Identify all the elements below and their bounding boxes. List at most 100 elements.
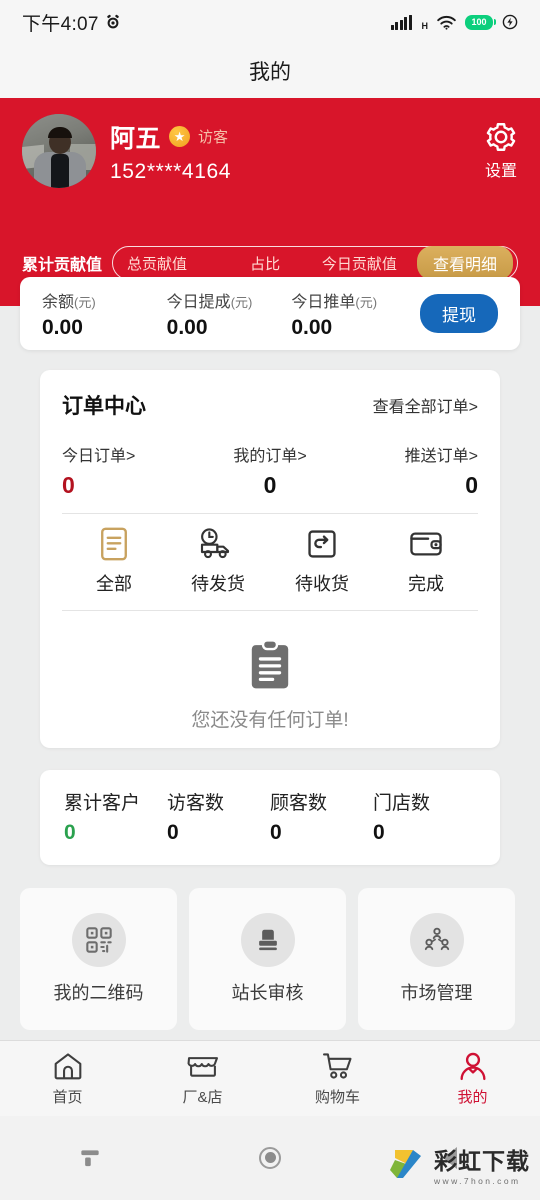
gear-icon — [486, 123, 516, 151]
pushorder-label: 今日推单(元) — [291, 288, 416, 312]
alarm-icon — [107, 14, 119, 29]
avatar[interactable] — [22, 114, 96, 188]
profile-block[interactable]: 阿五 ★ 访客 152****4164 — [22, 114, 518, 188]
tab-mine-label: 我的 — [457, 1088, 488, 1106]
order-status-done[interactable]: 完成 — [374, 526, 478, 596]
contribution-label: 累计贡献值 — [22, 257, 103, 274]
sysnav-recents-slot[interactable] — [0, 1145, 180, 1171]
withdraw-button[interactable]: 提现 — [420, 294, 499, 333]
commission-value: 0.00 — [166, 315, 208, 339]
balance-item-pushorder[interactable]: 今日推单(元) 0.00 — [291, 288, 416, 340]
recents-icon — [81, 1150, 99, 1167]
tab-mine[interactable]: 我的 — [405, 1051, 540, 1107]
order-status-toship[interactable]: 待发货 — [166, 526, 270, 596]
tile-market-management[interactable]: 市场管理 — [358, 888, 515, 1030]
tab-home[interactable]: 首页 — [0, 1051, 135, 1107]
customer-stat-total-value: 0 — [64, 821, 76, 844]
contribution-total: 总贡献值 — [127, 255, 188, 273]
order-stat-today[interactable]: 今日订单> 0 — [62, 442, 201, 499]
contribution-pill: 总贡献值 占比 今日贡献值 查看明细 — [112, 246, 518, 280]
tile-my-qrcode[interactable]: 我的二维码 — [20, 888, 177, 1030]
order-center-title: 订单中心 — [62, 395, 146, 418]
customer-stat-total[interactable]: 累计客户 0 — [64, 788, 167, 845]
customer-stat-buyers[interactable]: 顾客数 0 — [270, 788, 373, 845]
title-bar: 我的 — [0, 44, 540, 98]
order-stat-pushed-label: 推送订单> — [404, 448, 479, 465]
star-badge-icon: ★ — [169, 126, 191, 147]
order-stat-mine-label: 我的订单> — [233, 448, 307, 465]
sysnav-home-slot[interactable] — [180, 1147, 360, 1169]
customer-stat-stores[interactable]: 门店数 0 — [373, 788, 476, 845]
home-circle-icon — [259, 1147, 281, 1169]
customer-stat-visitors-value: 0 — [167, 821, 179, 844]
customer-stat-visitors-label: 访客数 — [167, 793, 225, 814]
user-tag: 访客 — [198, 129, 229, 146]
view-details-button[interactable]: 查看明细 — [416, 246, 513, 280]
tab-cart[interactable]: 购物车 — [270, 1051, 405, 1107]
profile-info: 阿五 ★ 访客 152****4164 — [110, 119, 231, 184]
return-box-icon — [308, 530, 336, 558]
battery-indicator: 100 — [465, 14, 496, 30]
customer-stat-buyers-label: 顾客数 — [270, 793, 328, 814]
commission-label: 今日提成(元) — [167, 288, 292, 312]
status-bar-left: 下午4:07 — [22, 9, 121, 36]
order-status-done-label: 完成 — [408, 574, 444, 594]
tab-store[interactable]: 厂&店 — [135, 1051, 270, 1107]
watermark-text: 彩虹下载 www.7hon.com — [434, 1142, 530, 1186]
order-status-toship-label: 待发货 — [191, 574, 245, 594]
balance-item-amount[interactable]: 余额(元) 0.00 — [42, 288, 167, 340]
order-status-all[interactable]: 全部 — [62, 526, 166, 596]
settings-button[interactable]: 设置 — [484, 120, 518, 181]
tab-home-label: 首页 — [52, 1088, 83, 1106]
customer-stats-card: 累计客户 0 访客数 0 顾客数 0 门店数 0 — [40, 770, 500, 865]
truck-clock-icon — [200, 528, 230, 559]
balance-value: 0.00 — [42, 315, 83, 339]
customer-stat-visitors[interactable]: 访客数 0 — [167, 788, 270, 845]
status-time: 下午4:07 — [22, 13, 99, 35]
contribution-today: 今日贡献值 — [321, 255, 397, 273]
order-center-header: 订单中心 查看全部订单> — [62, 390, 478, 420]
wifi-icon — [437, 15, 456, 30]
data-saver-icon — [502, 14, 518, 30]
phone-screen: 下午4:07 H 100 我的 阿五 ★ 访客 152****4164 设置 累… — [0, 0, 540, 1200]
network-type-label: H — [421, 20, 429, 31]
bottom-tab-bar: 首页 厂&店 购物车 我的 — [0, 1040, 540, 1116]
order-stat-pushed-value: 0 — [465, 472, 479, 498]
stamp-icon — [240, 913, 295, 967]
customer-stat-total-label: 累计客户 — [64, 793, 141, 814]
page-title: 我的 — [249, 61, 291, 84]
tab-store-label: 厂&店 — [182, 1088, 223, 1106]
order-divider-bottom — [62, 610, 478, 611]
order-divider-top — [62, 513, 478, 514]
wallet-icon — [410, 532, 442, 556]
tab-cart-label: 购物车 — [314, 1088, 360, 1106]
pushorder-unit: (元) — [355, 294, 378, 310]
clipboard-icon — [251, 639, 289, 689]
pushorder-label-text: 今日推单 — [291, 293, 356, 311]
order-center-card: 订单中心 查看全部订单> 今日订单> 0 我的订单> 0 推送订单> 0 全部 … — [40, 370, 500, 748]
watermark-url: www.7hon.com — [434, 1176, 521, 1186]
settings-label: 设置 — [484, 163, 517, 180]
user-phone: 152****4164 — [110, 159, 232, 183]
profile-name-row: 阿五 ★ 访客 — [110, 119, 231, 155]
contribution-bar: 累计贡献值 总贡献值 占比 今日贡献值 查看明细 — [22, 246, 518, 280]
order-status-toreceive[interactable]: 待收货 — [270, 526, 374, 596]
order-status-toreceive-label: 待收货 — [295, 574, 349, 594]
profile-header: 阿五 ★ 访客 152****4164 设置 累计贡献值 总贡献值 占比 今日贡… — [0, 98, 540, 306]
balance-card: 余额(元) 0.00 今日提成(元) 0.00 今日推单(元) 0.00 提现 — [20, 277, 520, 350]
watermark-logo-icon — [383, 1144, 427, 1184]
order-stat-today-value: 0 — [62, 472, 75, 498]
contribution-ratio: 占比 — [250, 255, 281, 273]
balance-label-text: 余额 — [42, 293, 75, 311]
order-stat-pushed[interactable]: 推送订单> 0 — [339, 442, 478, 499]
customer-stat-stores-label: 门店数 — [373, 793, 431, 814]
order-stat-mine[interactable]: 我的订单> 0 — [201, 442, 340, 499]
document-lines-icon — [101, 527, 127, 561]
pushorder-value: 0.00 — [291, 315, 333, 339]
cart-icon — [322, 1052, 352, 1079]
balance-item-commission[interactable]: 今日提成(元) 0.00 — [167, 288, 292, 340]
status-bar: 下午4:07 H 100 — [0, 0, 540, 44]
tile-station-review[interactable]: 站长审核 — [189, 888, 346, 1030]
view-all-orders-link[interactable]: 查看全部订单> — [373, 393, 478, 417]
person-icon — [460, 1052, 485, 1080]
